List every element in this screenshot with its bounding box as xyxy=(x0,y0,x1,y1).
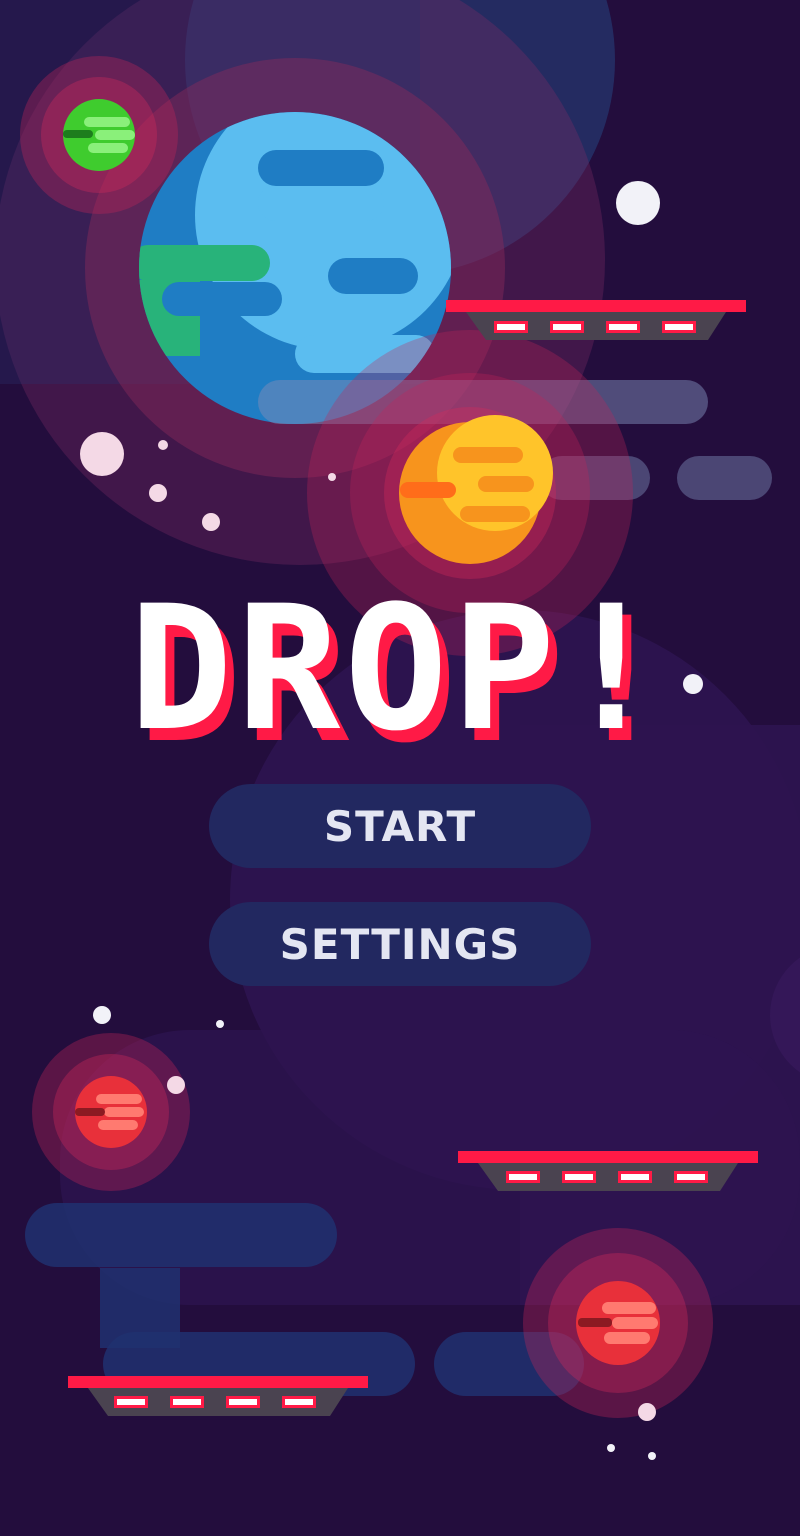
cloud-band xyxy=(25,1203,337,1267)
star xyxy=(80,432,124,476)
red-planet xyxy=(523,1228,713,1418)
settings-button-label: SETTINGS xyxy=(279,919,521,969)
red-planet xyxy=(32,1033,190,1191)
green-planet xyxy=(20,56,178,214)
platform xyxy=(68,1376,368,1416)
star xyxy=(216,1020,224,1028)
star xyxy=(638,1403,656,1421)
platform xyxy=(458,1151,758,1191)
game-title: DROP! xyxy=(129,570,667,760)
settings-button[interactable]: SETTINGS xyxy=(209,902,591,986)
star xyxy=(616,181,660,225)
cloud xyxy=(677,456,772,500)
star xyxy=(607,1444,615,1452)
game-title-logo: DROP! DROP! xyxy=(129,570,672,760)
space-background xyxy=(0,0,800,1536)
start-button-label: START xyxy=(323,801,477,851)
platform xyxy=(446,300,746,340)
star xyxy=(158,440,168,450)
star xyxy=(149,484,167,502)
start-button[interactable]: START xyxy=(209,784,591,868)
star xyxy=(328,473,336,481)
star xyxy=(202,513,220,531)
star xyxy=(93,1006,111,1024)
game-screen: DROP! DROP! START SETTINGS xyxy=(0,0,800,1536)
star xyxy=(167,1076,185,1094)
star xyxy=(648,1452,656,1460)
